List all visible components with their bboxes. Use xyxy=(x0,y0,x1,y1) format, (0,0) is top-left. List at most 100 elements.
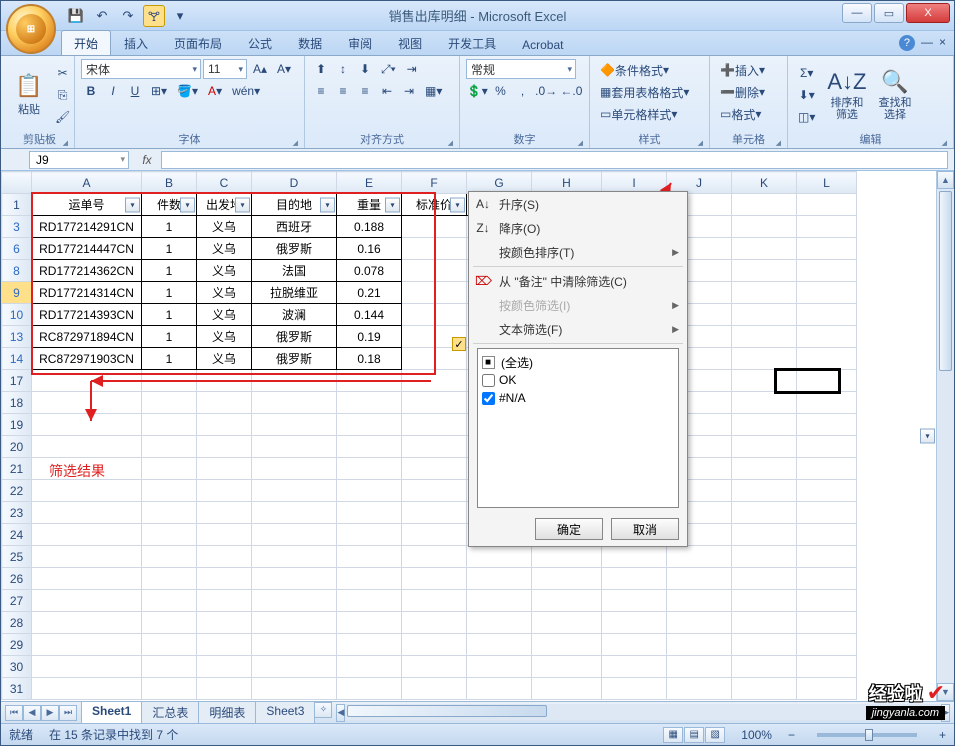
cell-C13[interactable]: 义乌 xyxy=(197,326,252,348)
cell-L18[interactable] xyxy=(797,392,857,414)
cell-C30[interactable] xyxy=(197,656,252,678)
row-header-24[interactable]: 24 xyxy=(2,524,32,546)
cell-L26[interactable] xyxy=(797,568,857,590)
font-size-combo[interactable]: 11 xyxy=(203,59,247,79)
cell-L10[interactable] xyxy=(797,304,857,326)
cell-F25[interactable] xyxy=(402,546,467,568)
cell-K14[interactable] xyxy=(732,348,797,370)
cell-K20[interactable] xyxy=(732,436,797,458)
cell-B26[interactable] xyxy=(142,568,197,590)
cell-C10[interactable]: 义乌 xyxy=(197,304,252,326)
cell-C24[interactable] xyxy=(197,524,252,546)
check-na[interactable]: #N/A xyxy=(482,389,674,407)
tab-nav-next[interactable]: ▶ xyxy=(41,705,59,721)
tab-nav-first[interactable]: ⏮ xyxy=(5,705,23,721)
cell-B31[interactable] xyxy=(142,678,197,700)
align-middle[interactable]: ↕ xyxy=(333,59,353,79)
cell-B8[interactable]: 1 xyxy=(142,260,197,282)
name-box[interactable]: J9 xyxy=(29,151,129,169)
cell-E22[interactable] xyxy=(337,480,402,502)
sort-asc[interactable]: A↓升序(S) xyxy=(469,192,687,216)
sheet-tab-4[interactable]: Sheet3 xyxy=(255,702,315,724)
cell-B27[interactable] xyxy=(142,590,197,612)
cell-A29[interactable] xyxy=(32,634,142,656)
qat-undo[interactable]: ↶ xyxy=(91,5,113,27)
filter-ok-button[interactable]: 确定 xyxy=(535,518,603,540)
cell-J26[interactable] xyxy=(667,568,732,590)
bold-button[interactable]: B xyxy=(81,81,101,101)
cell-B19[interactable] xyxy=(142,414,197,436)
cell-A28[interactable] xyxy=(32,612,142,634)
cell-L23[interactable] xyxy=(797,502,857,524)
cell-C9[interactable]: 义乌 xyxy=(197,282,252,304)
cell-D21[interactable] xyxy=(252,458,337,480)
cell-K30[interactable] xyxy=(732,656,797,678)
cell-A18[interactable] xyxy=(32,392,142,414)
cell-K8[interactable] xyxy=(732,260,797,282)
cell-B22[interactable] xyxy=(142,480,197,502)
filter-checklist[interactable]: ■(全选) OK #N/A xyxy=(477,348,679,508)
cell-A10[interactable]: RD177214393CN xyxy=(32,304,142,326)
cell-E17[interactable] xyxy=(337,370,402,392)
cell-E29[interactable] xyxy=(337,634,402,656)
cell-D22[interactable] xyxy=(252,480,337,502)
cell-D18[interactable] xyxy=(252,392,337,414)
cell-F10[interactable] xyxy=(402,304,467,326)
row-header-20[interactable]: 20 xyxy=(2,436,32,458)
cell-K24[interactable] xyxy=(732,524,797,546)
cell-A21[interactable] xyxy=(32,458,142,480)
currency[interactable]: 💲▾ xyxy=(466,81,489,101)
wrap-text[interactable]: ⇥ xyxy=(402,59,422,79)
cell-F26[interactable] xyxy=(402,568,467,590)
text-filter[interactable]: 文本筛选(F)▶ xyxy=(469,317,687,341)
header-cell-10[interactable]: ▾ xyxy=(732,194,797,216)
dec-decimal[interactable]: ←.0 xyxy=(560,81,583,101)
cell-B17[interactable] xyxy=(142,370,197,392)
row-header-3[interactable]: 3 xyxy=(2,216,32,238)
close-doc[interactable]: × xyxy=(939,35,946,51)
merge-cells[interactable]: ▦▾ xyxy=(421,81,446,101)
cell-H25[interactable] xyxy=(532,546,602,568)
cell-A23[interactable] xyxy=(32,502,142,524)
cell-F18[interactable] xyxy=(402,392,467,414)
row-header-23[interactable]: 23 xyxy=(2,502,32,524)
cell-F20[interactable] xyxy=(402,436,467,458)
cell-K10[interactable] xyxy=(732,304,797,326)
cell-A20[interactable] xyxy=(32,436,142,458)
qat-filter[interactable]: 🝖 xyxy=(143,5,165,27)
cell-C17[interactable] xyxy=(197,370,252,392)
cell-G29[interactable] xyxy=(467,634,532,656)
cell-F8[interactable] xyxy=(402,260,467,282)
indent-inc[interactable]: ⇥ xyxy=(399,81,419,101)
col-header-C[interactable]: C xyxy=(197,172,252,194)
qat-redo[interactable]: ↷ xyxy=(117,5,139,27)
cell-L14[interactable] xyxy=(797,348,857,370)
cell-G25[interactable] xyxy=(467,546,532,568)
row-header-1[interactable]: 1 xyxy=(2,194,32,216)
cell-A24[interactable] xyxy=(32,524,142,546)
cell-L20[interactable] xyxy=(797,436,857,458)
row-header-6[interactable]: 6 xyxy=(2,238,32,260)
inc-decimal[interactable]: .0→ xyxy=(535,81,558,101)
cell-L29[interactable] xyxy=(797,634,857,656)
cell-C31[interactable] xyxy=(197,678,252,700)
cell-F24[interactable] xyxy=(402,524,467,546)
row-header-17[interactable]: 17 xyxy=(2,370,32,392)
cell-E18[interactable] xyxy=(337,392,402,414)
cell-F17[interactable] xyxy=(402,370,467,392)
formula-input[interactable] xyxy=(161,151,948,169)
cell-K26[interactable] xyxy=(732,568,797,590)
cell-L25[interactable] xyxy=(797,546,857,568)
cell-F27[interactable] xyxy=(402,590,467,612)
filter-button-F[interactable]: ▾ xyxy=(450,197,465,212)
cell-E20[interactable] xyxy=(337,436,402,458)
cell-G28[interactable] xyxy=(467,612,532,634)
cell-C29[interactable] xyxy=(197,634,252,656)
row-header-25[interactable]: 25 xyxy=(2,546,32,568)
cell-H30[interactable] xyxy=(532,656,602,678)
cell-L27[interactable] xyxy=(797,590,857,612)
cell-E3[interactable]: 0.188 xyxy=(337,216,402,238)
cell-A26[interactable] xyxy=(32,568,142,590)
row-header-19[interactable]: 19 xyxy=(2,414,32,436)
header-cell-3[interactable]: 目的地▾ xyxy=(252,194,337,216)
